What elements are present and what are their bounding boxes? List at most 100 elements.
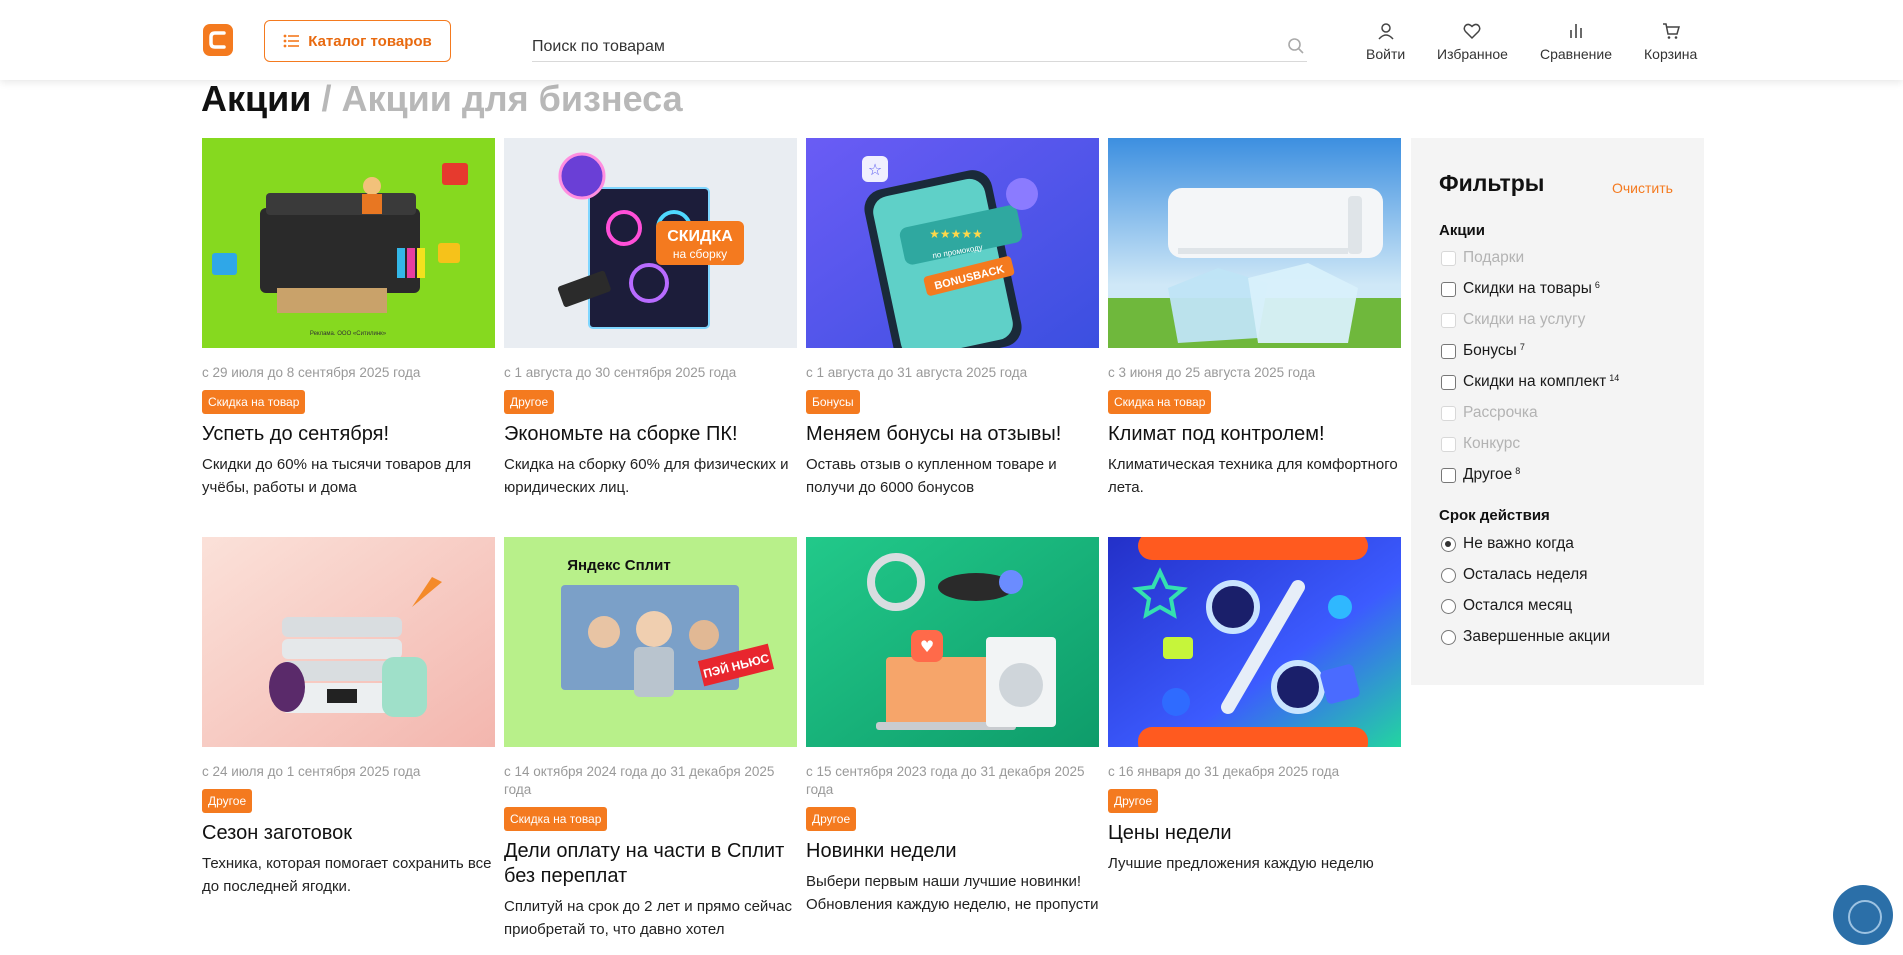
promo-description: Техника, которая помогает сохранить все … xyxy=(202,855,492,895)
checkbox[interactable] xyxy=(1441,343,1456,359)
cart-label: Корзина xyxy=(1644,46,1698,62)
checkbox[interactable] xyxy=(1441,250,1456,266)
promo-image-split[interactable]: Яндекс Сплит ПЭЙ НЬЮС xyxy=(504,537,797,747)
promo-card[interactable]: ★★★★★ по промокоду BONUSBACK ☆ с 1 авгус… xyxy=(806,138,1099,499)
breadcrumb: Акции / Акции для бизнеса xyxy=(201,78,683,120)
promo-badge: Бонусы xyxy=(806,390,860,414)
promo-date: с 29 июля до 8 сентября 2025 года xyxy=(202,365,421,380)
promo-date: с 15 сентября 2023 года до 31 декабря 20… xyxy=(806,764,1085,797)
user-icon xyxy=(1378,23,1394,40)
breadcrumb-current[interactable]: Акции xyxy=(201,78,311,119)
filter-option[interactable]: Конкурс xyxy=(1441,435,1520,453)
promo-image-dryer[interactable] xyxy=(202,537,495,747)
favorites-link[interactable]: Избранное xyxy=(1437,22,1508,62)
period-option[interactable]: Осталась неделя xyxy=(1441,566,1588,584)
heart-icon xyxy=(1463,23,1481,40)
filter-option-count: 6 xyxy=(1594,280,1600,290)
compare-icon xyxy=(1570,24,1582,38)
promo-title[interactable]: Климат под контролем! xyxy=(1108,422,1401,447)
search-input[interactable] xyxy=(532,34,1252,60)
promo-title[interactable]: Успеть до сентября! xyxy=(202,422,495,447)
filter-option-count: 14 xyxy=(1609,373,1620,383)
radio-button[interactable] xyxy=(1441,536,1456,552)
chat-widget-button[interactable] xyxy=(1833,885,1893,945)
catalog-button[interactable]: Каталог товаров xyxy=(264,20,451,62)
promo-title[interactable]: Дели оплату на части в Сплит без перепла… xyxy=(504,839,797,889)
filter-option-count: 8 xyxy=(1515,466,1521,476)
period-option[interactable]: Не важно когда xyxy=(1441,535,1574,553)
promo-card[interactable]: с 3 июня до 25 августа 2025 года Скидка … xyxy=(1108,138,1401,499)
filter-option[interactable]: Бонусы 7 xyxy=(1441,342,1525,360)
promo-card[interactable]: с 24 июля до 1 сентября 2025 года Другое… xyxy=(202,537,495,898)
promo-badge: Скидка на товар xyxy=(202,390,306,414)
promo-card[interactable]: Яндекс Сплит ПЭЙ НЬЮС с 14 октября 2024 … xyxy=(504,537,797,941)
promo-image-bonus[interactable]: ★★★★★ по промокоду BONUSBACK ☆ xyxy=(806,138,1099,348)
filter-option-label: Бонусы xyxy=(1463,342,1517,359)
promo-badge: Скидка на товар xyxy=(504,807,608,831)
promo-image-new[interactable]: ♥ xyxy=(806,537,1099,747)
promo-description: Климатическая техника для комфортного ле… xyxy=(1108,456,1398,496)
checkbox[interactable] xyxy=(1441,312,1456,328)
promo-image-climate[interactable] xyxy=(1108,138,1401,348)
filter-option[interactable]: Другое 8 xyxy=(1441,466,1520,484)
promo-title[interactable]: Новинки недели xyxy=(806,839,1099,864)
promo-title[interactable]: Цены недели xyxy=(1108,821,1401,846)
svg-text:Реклама. ООО «Ситилинк»: Реклама. ООО «Ситилинк» xyxy=(310,331,387,337)
clear-filters-link[interactable]: Очистить xyxy=(1612,180,1673,196)
filter-option[interactable]: Рассрочка xyxy=(1441,404,1538,422)
promo-date: с 1 августа до 31 августа 2025 года xyxy=(806,365,1028,380)
promo-card[interactable]: Реклама. ООО «Ситилинк» с 29 июля до 8 с… xyxy=(202,138,495,499)
promo-title[interactable]: Сезон заготовок xyxy=(202,821,495,846)
checkbox[interactable] xyxy=(1441,467,1456,483)
promo-card[interactable]: ♥ с 15 сентября 2023 года до 31 декабря … xyxy=(806,537,1099,916)
filters-panel: Фильтры Очистить Акции Подарки Скидки на… xyxy=(1411,138,1704,685)
checkbox[interactable] xyxy=(1441,374,1456,390)
search-box xyxy=(532,34,1307,62)
svg-text:♥: ♥ xyxy=(920,637,934,656)
period-option[interactable]: Остался месяц xyxy=(1441,597,1572,615)
radio-button[interactable] xyxy=(1441,629,1456,645)
filters-title: Фильтры xyxy=(1439,170,1545,196)
checkbox[interactable] xyxy=(1441,281,1456,297)
promo-image-pc[interactable]: СКИДКА на сборку xyxy=(504,138,797,348)
breadcrumb-business[interactable]: Акции для бизнеса xyxy=(341,78,682,119)
filter-option-label: Скидки на комплект xyxy=(1463,373,1607,390)
filter-option-label: Скидки на товары xyxy=(1463,280,1592,297)
promo-image-text: СКИДКА xyxy=(667,228,733,245)
filter-option[interactable]: Скидки на услугу xyxy=(1441,311,1585,329)
promo-title[interactable]: Экономьте на сборке ПК! xyxy=(504,422,797,447)
promo-badge: Другое xyxy=(806,807,857,831)
filter-group-period: Срок действия xyxy=(1439,507,1550,524)
period-option-label: Осталась неделя xyxy=(1463,566,1588,583)
filter-group-promos: Акции xyxy=(1439,222,1486,239)
login-link[interactable]: Войти xyxy=(1366,22,1405,62)
cart-icon xyxy=(1662,23,1680,39)
search-icon[interactable] xyxy=(1287,37,1305,55)
radio-button[interactable] xyxy=(1441,598,1456,614)
filter-option[interactable]: Скидки на товары 6 xyxy=(1441,280,1600,298)
promo-badge: Другое xyxy=(504,390,555,414)
filter-option-label: Подарки xyxy=(1463,249,1525,266)
filter-option[interactable]: Подарки xyxy=(1441,249,1524,267)
promo-card[interactable]: с 16 января до 31 декабря 2025 года Друг… xyxy=(1108,537,1401,875)
promo-image-prices[interactable] xyxy=(1108,537,1401,747)
period-option-label: Не важно когда xyxy=(1463,535,1574,552)
promo-title[interactable]: Меняем бонусы на отзывы! xyxy=(806,422,1099,447)
promo-card[interactable]: СКИДКА на сборку с 1 августа до 30 сентя… xyxy=(504,138,797,499)
compare-link[interactable]: Сравнение xyxy=(1540,22,1612,62)
svg-text:★★★★★: ★★★★★ xyxy=(929,227,983,241)
radio-button[interactable] xyxy=(1441,567,1456,583)
promo-image-text: на сборку xyxy=(673,247,727,261)
filter-option-label: Рассрочка xyxy=(1463,404,1538,421)
promo-image-printer[interactable]: Реклама. ООО «Ситилинк» xyxy=(202,138,495,348)
logo-icon[interactable] xyxy=(203,24,233,56)
cart-link[interactable]: Корзина xyxy=(1644,22,1697,62)
period-option[interactable]: Завершенные акции xyxy=(1441,628,1610,646)
breadcrumb-separator: / xyxy=(321,78,332,119)
promo-image-text: Яндекс Сплит xyxy=(567,557,671,574)
checkbox[interactable] xyxy=(1441,436,1456,452)
checkbox[interactable] xyxy=(1441,405,1456,421)
filter-option[interactable]: Скидки на комплект 14 xyxy=(1441,373,1619,391)
promo-description: Оставь отзыв о купленном товаре и получи… xyxy=(806,456,1057,496)
filter-option-label: Конкурс xyxy=(1463,435,1521,452)
